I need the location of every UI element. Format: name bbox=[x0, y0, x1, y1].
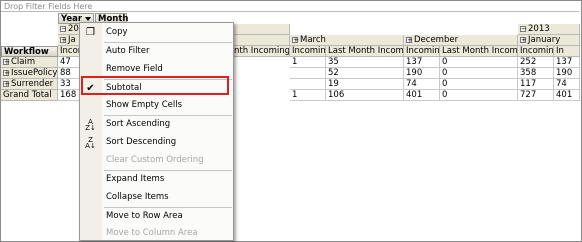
workflow-field-label: Workflow bbox=[4, 47, 49, 57]
table-cell: 137 bbox=[404, 57, 440, 68]
menu-item-label: Collapse Items bbox=[106, 192, 169, 202]
col-header-december[interactable]: +December bbox=[404, 35, 518, 46]
year-label: 2013 bbox=[528, 24, 550, 34]
month-label: December bbox=[414, 35, 459, 45]
month-label: Ja bbox=[68, 35, 76, 45]
expand-icon[interactable]: + bbox=[3, 80, 10, 87]
col-header-march[interactable]: +March bbox=[290, 35, 404, 46]
table-cell: 74 bbox=[554, 79, 580, 90]
row-label: Claim bbox=[11, 57, 36, 67]
row-header[interactable]: +Surrender bbox=[1, 79, 58, 90]
menu-item-show-empty-cells[interactable]: Show Empty Cells bbox=[80, 97, 233, 114]
subtotal-highlight-box bbox=[81, 76, 229, 95]
menu-item-auto-filter[interactable]: Auto Filter bbox=[80, 43, 233, 60]
menu-item-label: Auto Filter bbox=[106, 46, 150, 56]
table-cell: 190 bbox=[404, 68, 440, 79]
menu-item-clear-custom-ordering[interactable]: Clear Custom Ordering bbox=[80, 152, 233, 169]
table-cell: 0 bbox=[440, 90, 518, 101]
menu-item-label: Move to Row Area bbox=[106, 211, 183, 221]
menu-item-label: Expand Items bbox=[106, 174, 165, 184]
table-cell: 0 bbox=[440, 57, 518, 68]
sort-ascending-icon: A Z↓ bbox=[85, 118, 96, 132]
menu-item-move-to-row-area[interactable]: Move to Row Area bbox=[80, 208, 233, 225]
month-label: January bbox=[528, 35, 561, 45]
row-header[interactable]: +IssuePolicy bbox=[1, 68, 58, 79]
table-cell: 74 bbox=[404, 79, 440, 90]
expand-icon[interactable]: + bbox=[520, 36, 527, 43]
menu-item-move-to-column-area[interactable]: Move to Column Area bbox=[80, 225, 233, 242]
expand-icon[interactable]: + bbox=[60, 36, 67, 43]
expand-icon[interactable]: + bbox=[406, 36, 413, 43]
table-cell: 19 bbox=[326, 79, 404, 90]
menu-item-label: Clear Custom Ordering bbox=[106, 155, 204, 165]
table-cell: 0 bbox=[440, 79, 518, 90]
expand-icon[interactable]: + bbox=[3, 58, 10, 65]
month-label: March bbox=[300, 35, 326, 45]
sort-descending-icon: Z A↓ bbox=[85, 136, 96, 150]
workflow-field-button[interactable]: Workflow bbox=[1, 46, 58, 57]
menu-item-sort-ascending[interactable]: A Z↓ Sort Ascending bbox=[80, 116, 233, 133]
col-header-measure: Last Month Incoming bbox=[326, 46, 404, 57]
expand-icon[interactable]: + bbox=[3, 69, 10, 76]
table-cell: 106 bbox=[326, 90, 404, 101]
table-cell: 0 bbox=[440, 68, 518, 79]
table-cell: 117 bbox=[518, 79, 554, 90]
table-cell: 190 bbox=[554, 68, 580, 79]
year-label: 20 bbox=[68, 24, 79, 34]
table-cell: 401 bbox=[404, 90, 440, 101]
col-header-measure: Incoming bbox=[404, 46, 440, 57]
table-cell bbox=[290, 68, 326, 79]
row-label: Surrender bbox=[11, 79, 54, 89]
row-label: Grand Total bbox=[3, 90, 52, 100]
menu-item-label: Copy bbox=[106, 27, 128, 37]
table-cell bbox=[290, 79, 326, 90]
filter-drop-area[interactable]: Drop Filter Fields Here bbox=[1, 1, 579, 12]
table-cell: 137 bbox=[554, 57, 580, 68]
table-cell: 1 bbox=[290, 90, 326, 101]
context-menu: ❐ Copy Auto Filter Remove Field ✔ Subtotal… bbox=[79, 22, 234, 241]
menu-item-label: Move to Column Area bbox=[106, 228, 198, 238]
menu-item-label: Show Empty Cells bbox=[106, 100, 183, 110]
table-cell: 401 bbox=[554, 90, 580, 101]
dropdown-arrow-icon bbox=[85, 16, 92, 21]
col-header-year-2013[interactable]: −2013 bbox=[518, 24, 580, 35]
menu-item-label: Remove Field bbox=[106, 64, 163, 74]
collapse-icon[interactable]: − bbox=[60, 25, 67, 32]
col-header-measure: Last Month Incoming bbox=[440, 46, 518, 57]
table-cell: 727 bbox=[518, 90, 554, 101]
col-header-measure: Incoming bbox=[290, 46, 326, 57]
menu-item-label: Sort Ascending bbox=[106, 119, 171, 129]
col-header-measure: Incoming bbox=[518, 46, 554, 57]
table-cell: 252 bbox=[518, 57, 554, 68]
expand-icon[interactable]: + bbox=[292, 36, 299, 43]
col-header-january[interactable]: +January bbox=[518, 35, 580, 46]
collapse-icon[interactable]: − bbox=[520, 25, 527, 32]
col-header-measure: In bbox=[554, 46, 580, 57]
row-header[interactable]: Grand Total bbox=[1, 90, 58, 101]
row-header[interactable]: +Claim bbox=[1, 57, 58, 68]
table-cell: 52 bbox=[326, 68, 404, 79]
menu-item-collapse-items[interactable]: Collapse Items bbox=[80, 189, 233, 206]
menu-item-label: Sort Descending bbox=[106, 137, 177, 147]
col-header-measure: nth Incoming bbox=[232, 46, 290, 57]
menu-item-sort-descending[interactable]: Z A↓ Sort Descending bbox=[80, 134, 233, 151]
table-cell: 358 bbox=[518, 68, 554, 79]
row-label: IssuePolicy bbox=[11, 68, 58, 78]
copy-icon: ❐ bbox=[86, 27, 95, 38]
menu-item-copy[interactable]: ❐ Copy bbox=[80, 24, 233, 41]
table-cell: 1 bbox=[290, 57, 326, 68]
table-cell: 35 bbox=[326, 57, 404, 68]
menu-item-expand-items[interactable]: Expand Items bbox=[80, 171, 233, 188]
